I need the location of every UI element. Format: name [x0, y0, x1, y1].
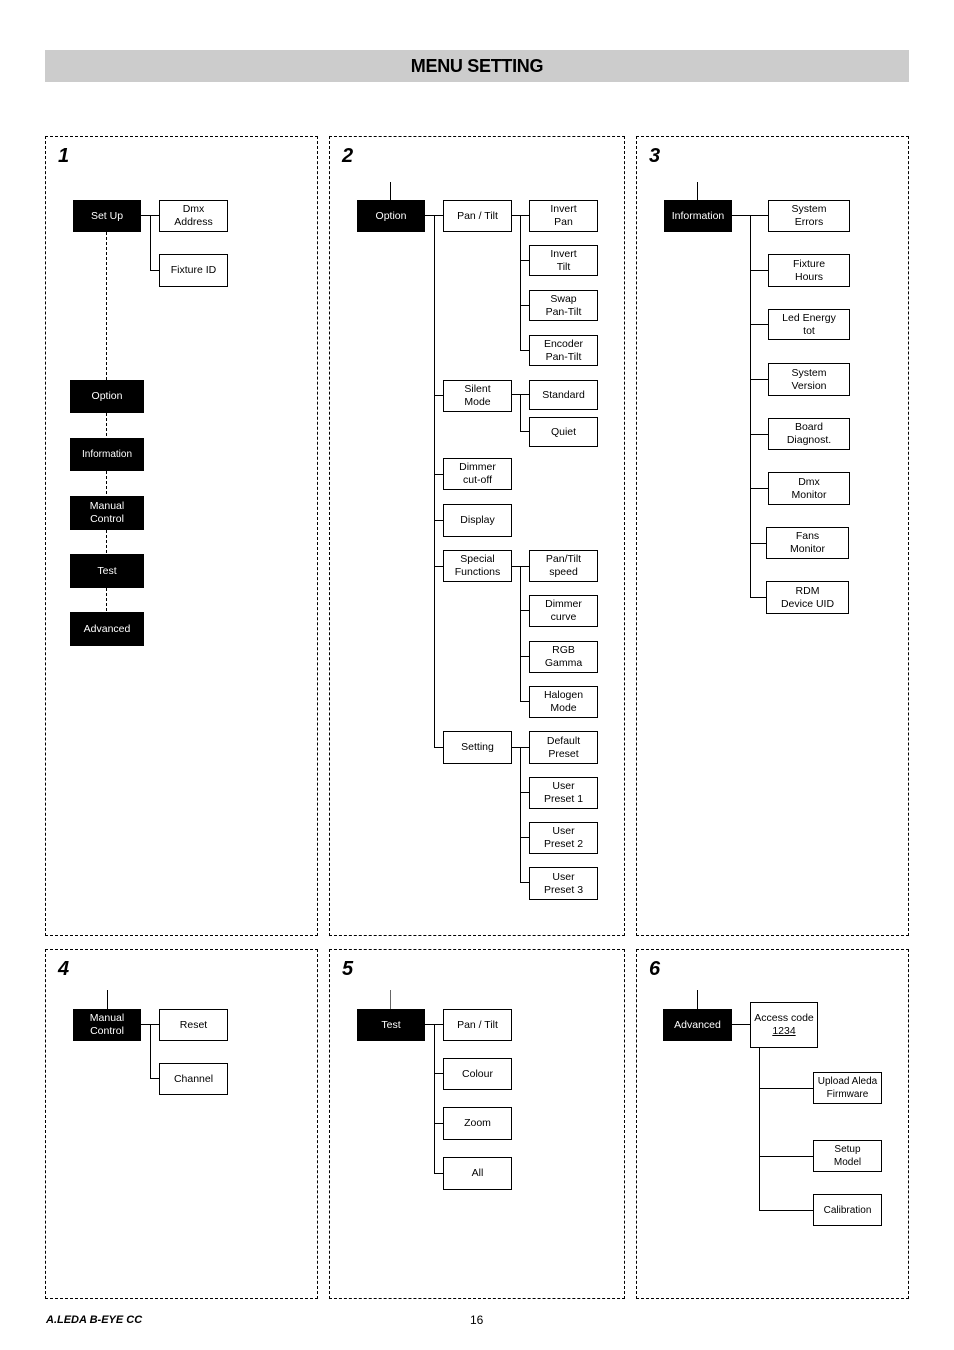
menu-dmx-address[interactable]: Dmx Address — [159, 200, 228, 232]
menu-manual-control[interactable]: Manual Control — [73, 1009, 141, 1041]
menu-dmx-monitor[interactable]: Dmx Monitor — [768, 472, 850, 505]
menu-halogen-mode[interactable]: Halogen Mode — [529, 686, 598, 718]
menu-pan-tilt-speed[interactable]: Pan/Tilt speed — [529, 550, 598, 582]
menu-test-colour[interactable]: Colour — [443, 1058, 512, 1090]
menu-pan-tilt[interactable]: Pan / Tilt — [443, 200, 512, 232]
menu-setup[interactable]: Set Up — [73, 200, 141, 232]
menu-dimmer-cutoff[interactable]: Dimmer cut-off — [443, 458, 512, 490]
menu-upload-firmware[interactable]: Upload Aleda Firmware — [813, 1072, 882, 1104]
main-menu-manual-control[interactable]: Manual Control — [70, 496, 144, 530]
menu-setting[interactable]: Setting — [443, 731, 512, 764]
menu-invert-tilt[interactable]: Invert Tilt — [529, 245, 598, 276]
menu-calibration[interactable]: Calibration — [813, 1194, 882, 1226]
menu-special-functions[interactable]: Special Functions — [443, 550, 512, 582]
panel-4: 4 — [45, 949, 318, 1299]
main-menu-test[interactable]: Test — [70, 554, 144, 588]
menu-channel[interactable]: Channel — [159, 1063, 228, 1095]
menu-board-diagnost[interactable]: Board Diagnost. — [768, 418, 850, 450]
panel-number: 2 — [342, 145, 354, 167]
access-code-value: 1234 — [772, 1025, 796, 1037]
menu-fans-monitor[interactable]: Fans Monitor — [766, 527, 849, 559]
menu-encoder-pan-tilt[interactable]: Encoder Pan-Tilt — [529, 335, 598, 366]
main-menu-advanced[interactable]: Advanced — [70, 612, 144, 646]
menu-fixture-hours[interactable]: Fixture Hours — [768, 254, 850, 287]
menu-fixture-id[interactable]: Fixture ID — [159, 254, 228, 287]
page-number: 16 — [470, 1313, 484, 1327]
menu-invert-pan[interactable]: Invert Pan — [529, 200, 598, 232]
menu-default-preset[interactable]: Default Preset — [529, 731, 598, 764]
access-code-label: Access code — [754, 1012, 814, 1024]
main-menu-information[interactable]: Information — [70, 438, 144, 471]
menu-user-preset-3[interactable]: User Preset 3 — [529, 867, 598, 900]
menu-test-all[interactable]: All — [443, 1157, 512, 1190]
panel-number: 3 — [649, 145, 661, 167]
panel-number: 6 — [649, 958, 661, 980]
menu-standard[interactable]: Standard — [529, 380, 598, 410]
access-code-box[interactable]: Access code 1234 — [750, 1002, 818, 1048]
menu-test-zoom[interactable]: Zoom — [443, 1107, 512, 1140]
menu-quiet[interactable]: Quiet — [529, 417, 598, 447]
menu-display[interactable]: Display — [443, 504, 512, 537]
panel-number: 5 — [342, 958, 354, 980]
menu-user-preset-1[interactable]: User Preset 1 — [529, 777, 598, 809]
footer-product-name: A.LEDA B-EYE CC — [46, 1314, 143, 1326]
panel-number: 1 — [58, 145, 70, 167]
menu-setup-model[interactable]: Setup Model — [813, 1140, 882, 1172]
main-menu-option[interactable]: Option — [70, 380, 144, 413]
menu-user-preset-2[interactable]: User Preset 2 — [529, 822, 598, 854]
menu-dimmer-curve[interactable]: Dimmer curve — [529, 595, 598, 627]
menu-test-pan-tilt[interactable]: Pan / Tilt — [443, 1009, 512, 1041]
menu-system-version[interactable]: System Version — [768, 363, 850, 396]
panel-number: 4 — [58, 958, 70, 980]
menu-rgb-gamma[interactable]: RGB Gamma — [529, 641, 598, 673]
menu-option[interactable]: Option — [357, 200, 425, 232]
menu-swap-pan-tilt[interactable]: Swap Pan-Tilt — [529, 290, 598, 321]
menu-system-errors[interactable]: System Errors — [768, 200, 850, 232]
menu-reset[interactable]: Reset — [159, 1009, 228, 1041]
page-title: MENU SETTING — [45, 50, 909, 82]
menu-silent-mode[interactable]: Silent Mode — [443, 380, 512, 412]
menu-test[interactable]: Test — [357, 1009, 425, 1041]
menu-advanced[interactable]: Advanced — [663, 1009, 732, 1041]
menu-led-energy-tot[interactable]: Led Energy tot — [768, 309, 850, 340]
menu-rdm-device-uid[interactable]: RDM Device UID — [766, 581, 849, 614]
menu-information[interactable]: Information — [664, 200, 732, 232]
